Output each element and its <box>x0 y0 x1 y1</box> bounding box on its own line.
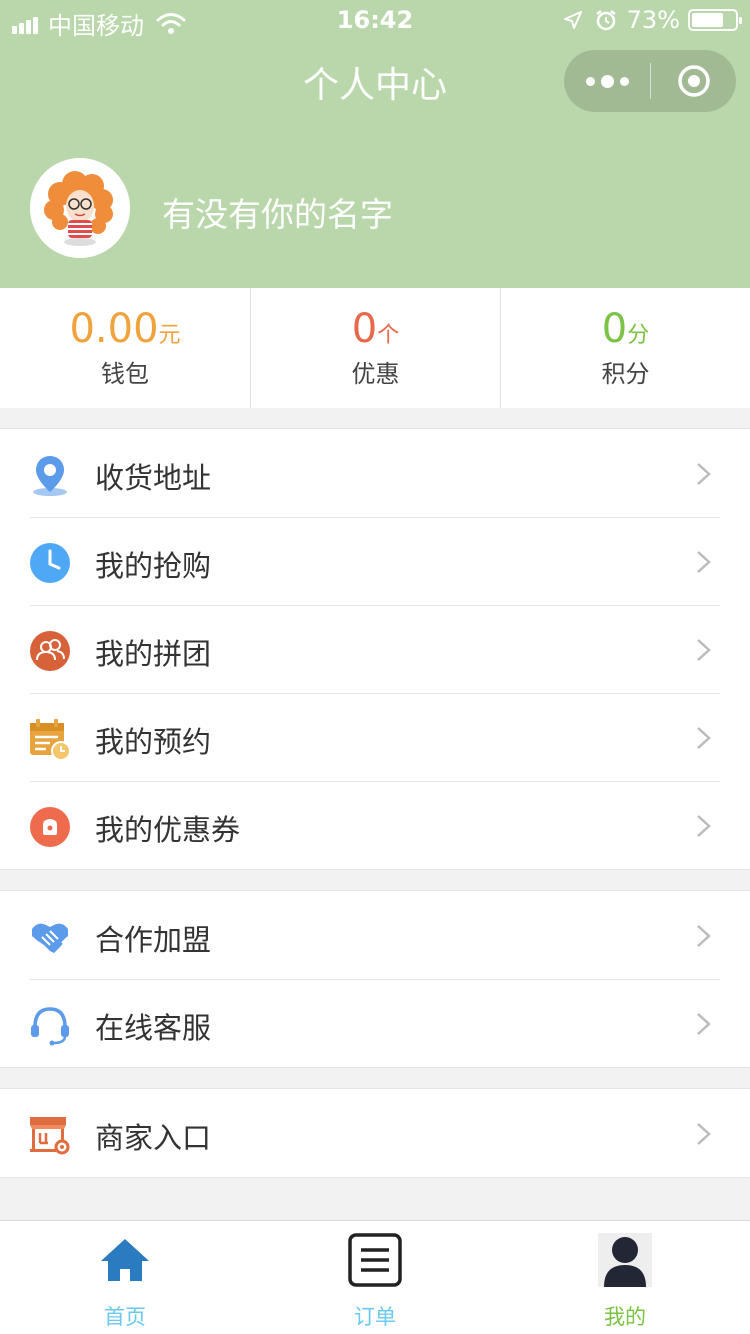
chevron-right-icon <box>697 551 711 573</box>
menu-item-label: 我的优惠券 <box>95 813 241 847</box>
battery-icon <box>688 9 742 31</box>
menu-item-group-buy[interactable]: 我的拼团 <box>0 605 750 693</box>
chevron-right-icon <box>697 1013 711 1035</box>
battery-percent: 73% <box>626 6 680 34</box>
chevron-right-icon <box>697 463 711 485</box>
username[interactable]: 有没有你的名字 <box>162 188 393 236</box>
tab-mine[interactable]: 我的 <box>500 1221 750 1334</box>
avatar[interactable] <box>30 158 130 258</box>
menu-item-coupons[interactable]: 我的优惠券 <box>0 781 750 869</box>
chevron-right-icon <box>697 727 711 749</box>
menu-item-customer-service[interactable]: 在线客服 <box>0 979 750 1067</box>
close-target-button[interactable] <box>651 50 736 112</box>
menu-item-label: 合作加盟 <box>95 923 212 957</box>
clock-icon <box>30 543 70 583</box>
location-arrow-icon <box>563 11 582 29</box>
stat-points-value: 0分 <box>601 306 650 352</box>
menu-item-label: 我的拼团 <box>95 637 212 671</box>
menu-item-label: 我的预约 <box>95 725 212 759</box>
tab-orders[interactable]: 订单 <box>250 1221 500 1334</box>
user-icon <box>598 1233 652 1287</box>
menu-item-merchant-entry[interactable]: 商家入口 <box>0 1089 750 1177</box>
stat-points[interactable]: 0分 积分 <box>500 288 750 408</box>
tab-orders-label: 订单 <box>354 1305 396 1329</box>
menu-group-merchant: 商家入口 <box>0 1088 750 1178</box>
avatar-image <box>30 158 130 258</box>
order-list-icon <box>348 1233 402 1287</box>
miniprogram-capsule <box>564 50 736 112</box>
home-icon <box>101 1239 149 1281</box>
stat-points-label: 积分 <box>601 360 650 388</box>
menu-item-label: 收货地址 <box>95 461 212 495</box>
alarm-icon <box>595 10 616 31</box>
stat-wallet[interactable]: 0.00元 钱包 <box>0 288 250 408</box>
menu-item-label: 商家入口 <box>95 1121 212 1155</box>
stat-wallet-label: 钱包 <box>101 360 149 388</box>
menu-item-reservation[interactable]: 我的预约 <box>0 693 750 781</box>
chevron-right-icon <box>697 639 711 661</box>
stat-wallet-value: 0.00元 <box>69 306 181 352</box>
headset-icon <box>31 1007 69 1046</box>
coupon-icon <box>30 807 70 847</box>
menu-item-address[interactable]: 收货地址 <box>0 429 750 517</box>
profile-header: 中国移动 16:42 73% 个人中心 有没有你的名字 <box>0 0 750 288</box>
account-stats: 0.00元 钱包 0个 优惠 0分 积分 <box>0 288 750 408</box>
location-pin-icon <box>33 456 67 496</box>
group-users-icon <box>30 631 70 671</box>
more-dots-button[interactable] <box>564 50 650 112</box>
menu-item-partnership[interactable]: 合作加盟 <box>0 891 750 979</box>
tab-home-label: 首页 <box>104 1305 146 1329</box>
chevron-right-icon <box>697 1123 711 1145</box>
stat-coupons-label: 优惠 <box>351 360 400 388</box>
chevron-right-icon <box>697 815 711 837</box>
menu-item-label: 我的抢购 <box>95 549 212 583</box>
storefront-icon <box>30 1117 70 1155</box>
chevron-right-icon <box>697 925 711 947</box>
menu-item-label: 在线客服 <box>95 1011 212 1045</box>
menu-item-flash-sale[interactable]: 我的抢购 <box>0 517 750 605</box>
menu-group-service: 合作加盟 在线客服 <box>0 890 750 1068</box>
tab-home[interactable]: 首页 <box>0 1221 250 1334</box>
handshake-icon <box>31 923 69 953</box>
calendar-icon <box>30 719 71 761</box>
status-bar: 中国移动 16:42 73% <box>0 0 750 40</box>
menu-group-orders: 收货地址 我的抢购 我的拼团 我的预约 我的优惠券 <box>0 428 750 870</box>
target-circle-icon <box>677 65 710 97</box>
stat-coupons[interactable]: 0个 优惠 <box>250 288 500 408</box>
tab-mine-label: 我的 <box>604 1305 646 1329</box>
stat-coupons-value: 0个 <box>351 306 400 352</box>
bottom-tab-bar: 首页 订单 我的 <box>0 1220 750 1334</box>
